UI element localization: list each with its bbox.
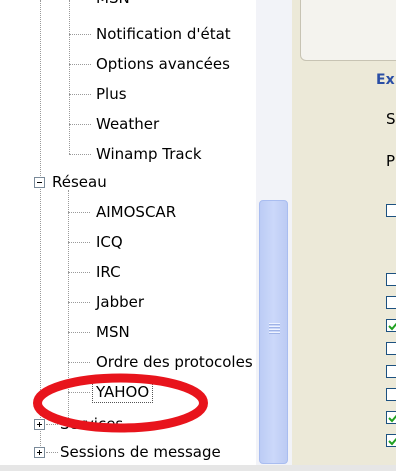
checkbox[interactable]: [386, 388, 396, 401]
checkbox[interactable]: [386, 273, 396, 286]
tree-line: [46, 452, 58, 453]
panel-label-p: P: [386, 152, 396, 170]
checkmark-icon: [388, 322, 396, 331]
tree-item-jabber[interactable]: Jabber: [94, 292, 146, 312]
checkbox[interactable]: [386, 296, 396, 309]
tree-item-msn[interactable]: MSN: [94, 322, 132, 342]
tree-line: [68, 362, 90, 363]
tree-group-reseau[interactable]: Réseau: [50, 172, 109, 192]
tree-item-aimoscar[interactable]: AIMOSCAR: [94, 202, 178, 222]
tree-line: [68, 242, 90, 243]
tree-item-icq[interactable]: ICQ: [94, 232, 125, 252]
tree-item-msn-partial[interactable]: MSN: [94, 0, 132, 8]
checkmark-icon: [388, 414, 396, 423]
tree-item-weather[interactable]: Weather: [94, 114, 161, 134]
tree-line: [68, 332, 90, 333]
highlight-ellipse-annotation: [33, 373, 208, 433]
panel-frame: [300, 0, 396, 61]
tree-line: [68, 272, 90, 273]
minus-box-icon[interactable]: [34, 177, 45, 188]
tree-item-winamp-track[interactable]: Winamp Track: [94, 144, 204, 164]
tree-line: [69, 124, 91, 125]
grip-icon: [269, 323, 280, 335]
tree-line: [69, 94, 91, 95]
tree-item-notification[interactable]: Notification d'état: [94, 24, 233, 44]
tree-item-protocol-order[interactable]: Ordre des protocoles: [94, 352, 255, 372]
tree-item-irc[interactable]: IRC: [94, 262, 123, 282]
tree-line: [69, 64, 91, 65]
checkbox-checked[interactable]: [386, 411, 396, 424]
scrollbar-thumb[interactable]: [259, 200, 288, 464]
checkbox[interactable]: [386, 204, 396, 217]
plus-box-icon[interactable]: [34, 447, 45, 458]
tree-line: [69, 154, 91, 155]
checkbox-checked[interactable]: [386, 434, 396, 447]
settings-panel: Ex S P: [292, 0, 396, 471]
panel-label-s: S: [386, 110, 396, 128]
tree-line: [68, 212, 90, 213]
checkbox[interactable]: [386, 365, 396, 378]
tree-line: [69, 34, 91, 35]
tree-line: [68, 302, 90, 303]
checkbox[interactable]: [386, 342, 396, 355]
tree-item-advanced-options[interactable]: Options avancées: [94, 54, 232, 74]
checkmark-icon: [388, 437, 396, 446]
tree-item-plus[interactable]: Plus: [94, 84, 129, 104]
checkbox-checked[interactable]: [386, 319, 396, 332]
tree-group-sessions[interactable]: Sessions de message: [58, 442, 223, 462]
settings-tree: MSN Notification d'état Options avancées…: [0, 0, 292, 471]
section-heading: Ex: [376, 72, 395, 88]
bottom-edge: [0, 465, 396, 471]
tree-line: [69, 0, 70, 154]
tree-scrollbar[interactable]: [256, 0, 292, 471]
